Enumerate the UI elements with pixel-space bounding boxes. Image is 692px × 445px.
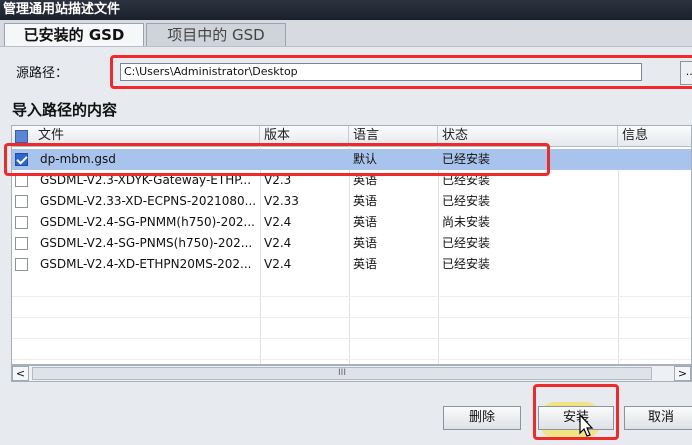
- file-status: 已经安装: [442, 236, 491, 250]
- empty-row: [12, 338, 691, 360]
- file-version: V2.4: [264, 236, 292, 250]
- table-row[interactable]: GSDML-V2.4-XD-ETHPN20MS-202... V2.4 英语 已…: [12, 254, 691, 275]
- section-title: 导入路径的内容: [12, 101, 118, 119]
- row-checkbox[interactable]: [15, 216, 28, 229]
- table-row[interactable]: GSDML-V2.33-XD-ECPNS-2021080... V2.33 英语…: [12, 191, 691, 212]
- row-checkbox[interactable]: [15, 195, 28, 208]
- file-language: 英语: [353, 194, 378, 208]
- tab-bar: 已安装的 GSD 项目中的 GSD: [0, 20, 692, 46]
- tab-installed-gsd[interactable]: 已安装的 GSD: [4, 23, 144, 46]
- file-name: GSDML-V2.4-XD-ETHPN20MS-202...: [40, 257, 252, 271]
- annotation-box-selected-row: [4, 143, 550, 176]
- empty-row: [12, 296, 691, 318]
- scroll-right-button[interactable]: >: [674, 366, 691, 381]
- table-row[interactable]: GSDML-V2.4-SG-PNMM(h750)-202... V2.4 英语 …: [12, 212, 691, 233]
- source-path-label: 源路径：: [16, 66, 69, 81]
- file-status: 已经安装: [442, 194, 491, 208]
- file-version: V2.4: [264, 215, 292, 229]
- file-name: GSDML-V2.33-XD-ECPNS-2021080...: [40, 194, 257, 208]
- column-header-info[interactable]: 信息: [618, 126, 691, 146]
- file-language: 英语: [353, 236, 378, 250]
- row-checkbox[interactable]: [15, 258, 28, 271]
- row-checkbox[interactable]: [15, 237, 28, 250]
- tab-project-gsd[interactable]: 项目中的 GSD: [146, 23, 286, 46]
- file-status: 已经安装: [442, 257, 491, 271]
- file-name: GSDML-V2.4-SG-PNMM(h750)-202...: [40, 215, 255, 229]
- horizontal-scrollbar[interactable]: < III >: [11, 365, 692, 382]
- scroll-left-button[interactable]: <: [12, 366, 29, 381]
- file-version: V2.4: [264, 257, 292, 271]
- window-title: 管理通用站描述文件: [0, 0, 692, 20]
- file-name: GSDML-V2.4-SG-PNMS(h750)-202...: [40, 236, 253, 250]
- mouse-cursor-icon: [579, 414, 594, 437]
- file-language: 英语: [353, 215, 378, 229]
- scroll-thumb[interactable]: III: [32, 367, 652, 380]
- file-status: 尚未安装: [442, 215, 491, 229]
- annotation-box-source-path: [110, 55, 692, 89]
- empty-row: [12, 275, 691, 297]
- file-language: 英语: [353, 257, 378, 271]
- file-version: V2.33: [264, 194, 299, 208]
- empty-row: [12, 317, 691, 339]
- annotation-box-install: [533, 384, 619, 440]
- table-row[interactable]: GSDML-V2.4-SG-PNMS(h750)-202... V2.4 英语 …: [12, 233, 691, 254]
- delete-button[interactable]: 删除: [443, 406, 521, 430]
- cancel-button[interactable]: 取消: [624, 406, 692, 430]
- select-all-checkbox[interactable]: [15, 130, 28, 143]
